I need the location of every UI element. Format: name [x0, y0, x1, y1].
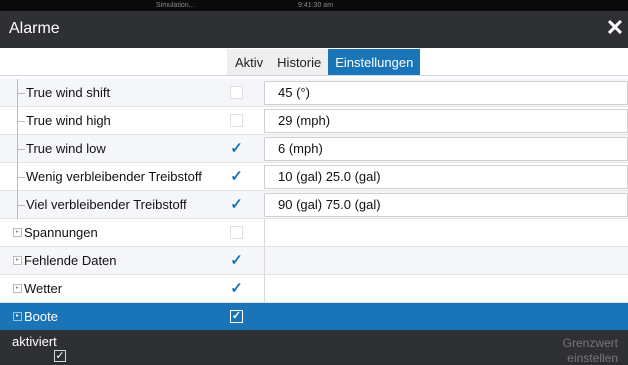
alarm-enabled-checkbox[interactable]	[230, 226, 243, 239]
enabled-checkbox[interactable]: ✓	[54, 350, 66, 362]
alarm-enabled-checkbox[interactable]: ✓	[230, 281, 243, 296]
alarm-row[interactable]: ▸ Wetter ✓	[0, 275, 628, 303]
alarm-row[interactable]: True wind high 29 (mph)	[0, 107, 628, 135]
alarm-row[interactable]: Wenig verbleibender Treibstoff ✓ 10 (gal) …	[0, 163, 628, 191]
alarm-label: Wetter	[24, 281, 63, 296]
alarm-threshold-field[interactable]: 10 (gal) 25.0 (gal)	[264, 165, 628, 189]
set-limit-label-line1: Grenzwert	[562, 336, 618, 350]
alarm-threshold-field[interactable]: 6 (mph)	[264, 137, 628, 161]
expand-arrow-icon[interactable]: ▸	[13, 228, 22, 237]
window-title: Alarme	[9, 20, 60, 37]
tab-historie[interactable]: Historie	[270, 49, 329, 76]
title-bar: Alarme ✕	[0, 11, 628, 48]
clock: 9:41:30 am	[298, 2, 334, 9]
column-divider	[264, 247, 265, 275]
alarm-label: Spannungen	[24, 225, 98, 240]
alarm-label: Boote	[24, 309, 58, 324]
alarm-list: True wind shift 45 (°) True wind high 29 (m…	[0, 79, 628, 331]
expand-arrow-icon[interactable]: ▸	[13, 312, 22, 321]
close-icon[interactable]: ✕	[604, 17, 626, 39]
alarm-settings-panel: Aktiv Historie Einstellungen True wind s…	[0, 48, 628, 331]
tree-connector-icon	[17, 191, 25, 219]
alarm-label: Wenig verbleibender Treibstoff	[26, 169, 202, 184]
set-limit-button[interactable]: Grenzwert einstellen	[516, 330, 628, 365]
alarm-enabled-checkbox[interactable]: ✓	[230, 141, 243, 156]
alarm-enabled-checkbox[interactable]	[230, 114, 243, 127]
tree-connector-icon	[17, 135, 25, 163]
alarm-label: True wind shift	[26, 85, 111, 100]
enabled-label: aktiviert	[12, 334, 57, 349]
tab-bar: Aktiv Historie Einstellungen	[227, 49, 421, 76]
divider	[0, 75, 628, 76]
alarm-row[interactable]: True wind low ✓ 6 (mph)	[0, 135, 628, 163]
tree-connector-icon	[17, 79, 25, 107]
bottom-bar: aktiviert ✓ Grenzwert einstellen	[0, 330, 628, 365]
alarm-label: Viel verbleibender Treibstoff	[26, 197, 187, 212]
tab-einstellungen[interactable]: Einstellungen	[328, 49, 421, 76]
alarm-row[interactable]: ▸ Boote ✓	[0, 303, 628, 331]
column-divider	[264, 219, 265, 247]
column-divider	[264, 275, 265, 303]
tree-connector-icon	[17, 107, 25, 135]
alarm-enabled-checkbox[interactable]: ✓	[230, 169, 243, 184]
enabled-toggle-button[interactable]: aktiviert ✓	[0, 330, 115, 362]
alarm-row[interactable]: Viel verbleibender Treibstoff ✓ 90 (gal) 7…	[0, 191, 628, 219]
set-limit-label-line2: einstellen	[567, 351, 618, 365]
tab-aktiv[interactable]: Aktiv	[227, 49, 271, 76]
tree-connector-icon	[17, 163, 25, 191]
alarm-threshold-field[interactable]: 45 (°)	[264, 81, 628, 105]
status-bar: Simulation... 9:41:30 am	[0, 0, 628, 11]
expand-arrow-icon[interactable]: ▸	[13, 256, 22, 265]
alarm-enabled-checkbox[interactable]: ✓	[230, 253, 243, 268]
alarm-label: True wind high	[26, 113, 111, 128]
alarm-enabled-checkbox[interactable]: ✓	[230, 310, 243, 323]
alarm-row[interactable]: ▸ Fehlende Daten ✓	[0, 247, 628, 275]
alarm-enabled-checkbox[interactable]: ✓	[230, 197, 243, 212]
alarm-row[interactable]: True wind shift 45 (°)	[0, 79, 628, 107]
alarm-enabled-checkbox[interactable]	[230, 86, 243, 99]
alarm-threshold-field[interactable]: 90 (gal) 75.0 (gal)	[264, 193, 628, 217]
alarm-label: Fehlende Daten	[24, 253, 117, 268]
alarm-label: True wind low	[26, 141, 106, 156]
alarm-threshold-field[interactable]: 29 (mph)	[264, 109, 628, 133]
expand-arrow-icon[interactable]: ▸	[13, 284, 22, 293]
alarm-row[interactable]: ▸ Spannungen	[0, 219, 628, 247]
simulation-status: Simulation...	[156, 2, 195, 9]
